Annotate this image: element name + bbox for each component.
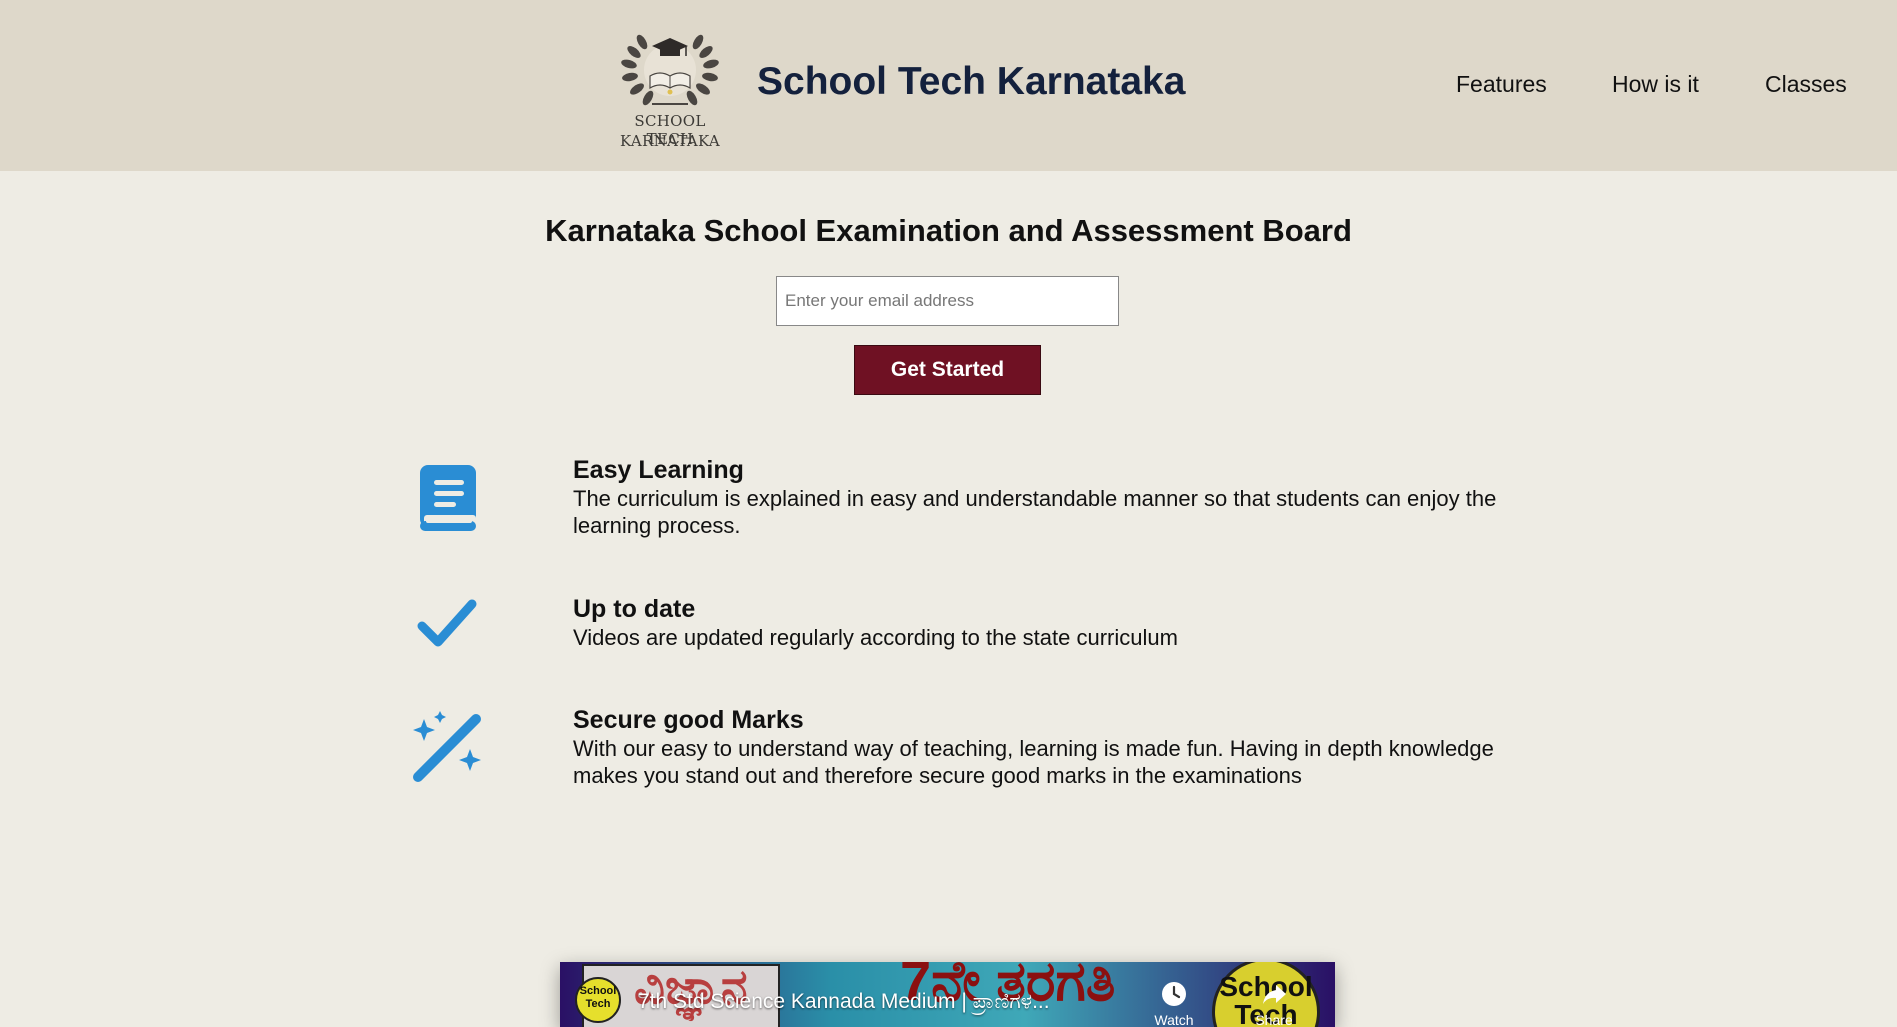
logo-text-line2: KARNATAKA bbox=[619, 132, 720, 150]
nav-link-features[interactable]: Features bbox=[1456, 71, 1547, 98]
feature-title: Easy Learning bbox=[573, 456, 744, 484]
clock-icon bbox=[1162, 982, 1186, 1006]
site-title[interactable]: School Tech Karnataka bbox=[757, 60, 1185, 104]
nav-link-how-is-it[interactable]: How is it bbox=[1612, 71, 1699, 98]
share-arrow-icon bbox=[1263, 985, 1286, 1004]
checkmark-icon bbox=[410, 594, 486, 670]
feature-title: Up to date bbox=[573, 595, 696, 623]
feature-description: With our easy to understand way of teach… bbox=[573, 736, 1494, 788]
share-button[interactable]: Share bbox=[1244, 980, 1304, 1027]
school-tech-logo[interactable]: SCHOOL TECH KARNATAKA bbox=[612, 24, 728, 154]
nav-link-classes[interactable]: Classes bbox=[1765, 71, 1847, 98]
channel-avatar[interactable]: School Tech bbox=[575, 977, 621, 1023]
get-started-button[interactable]: Get Started bbox=[854, 345, 1041, 395]
share-label: Share bbox=[1255, 1012, 1293, 1027]
magic-wand-icon bbox=[410, 709, 486, 785]
page-title: Karnataka School Examination and Assessm… bbox=[545, 213, 1352, 248]
laurel-wreath-icon bbox=[621, 34, 719, 106]
book-icon bbox=[410, 463, 486, 539]
email-input[interactable] bbox=[776, 276, 1119, 326]
feature-description: The curriculum is explained in easy and … bbox=[573, 486, 1497, 538]
site-header: SCHOOL TECH KARNATAKA School Tech Karnat… bbox=[0, 0, 1897, 171]
video-title[interactable]: 7th Std Science Kannada Medium | ಪ್ರಾಣಿಗ… bbox=[638, 990, 1050, 1014]
watch-later-label: Watch Later bbox=[1154, 1012, 1194, 1027]
feature-description: Videos are updated regularly according t… bbox=[573, 625, 1178, 650]
youtube-video-embed[interactable]: ವಿಜ್ಞಾನ 7ನೇ ತರಗತಿ School Tech School Tec… bbox=[560, 962, 1335, 1027]
watch-later-button[interactable]: Watch Later bbox=[1144, 980, 1204, 1027]
feature-title: Secure good Marks bbox=[573, 706, 804, 734]
